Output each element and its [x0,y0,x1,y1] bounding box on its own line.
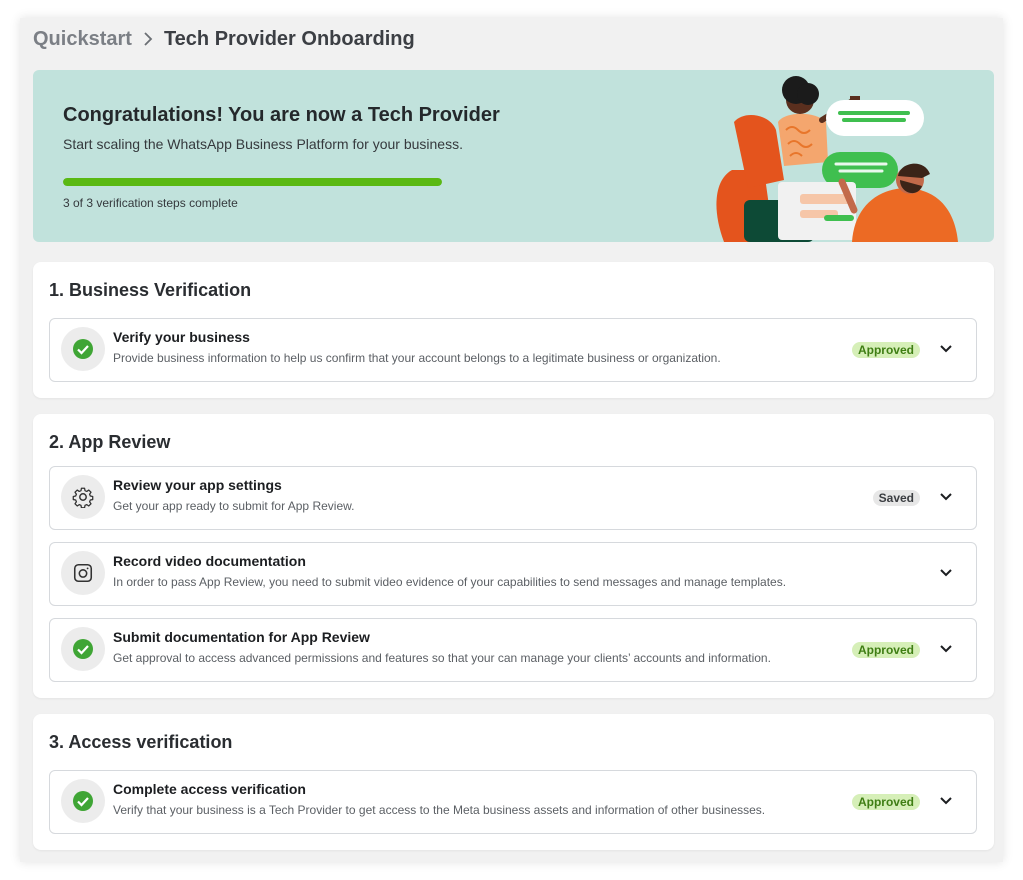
chevron-down-icon[interactable] [938,489,954,505]
step-description: In order to pass App Review, you need to… [113,575,787,589]
step-description: Get your app ready to submit for App Rev… [113,499,355,513]
status-badge: Saved [872,490,920,506]
chevron-down-icon[interactable] [938,641,954,657]
gear-icon [61,475,105,519]
banner-title: Congratulations! You are now a Tech Prov… [63,104,500,126]
banner-subtitle: Start scaling the WhatsApp Business Plat… [63,136,463,152]
check-circle-icon [61,627,105,671]
chevron-down-icon[interactable] [938,793,954,809]
check-circle-icon [61,779,105,823]
status-badge: Approved [851,642,920,658]
section-title: 3. Access verification [49,732,233,752]
step-title: Complete access verification [113,781,306,797]
step-record-video-documentation[interactable]: Record video documentation In order to p… [49,542,977,606]
onboarding-panel: Quickstart Tech Provider Onboarding Cong… [20,18,1003,862]
section-app-review: 2. App Review Review your app settings G… [33,414,994,698]
step-description: Verify that your business is a Tech Prov… [113,803,766,817]
section-title: 2. App Review [49,432,171,452]
step-verify-business[interactable]: Verify your business Provide business in… [49,318,977,382]
step-title: Record video documentation [113,553,306,569]
progress-bar [63,178,442,186]
step-title: Submit documentation for App Review [113,629,370,645]
status-badge: Approved [851,794,920,810]
tech-provider-illustration [716,76,958,242]
status-badge: Approved [851,342,920,358]
page-title: Tech Provider Onboarding [163,27,415,50]
chevron-right-icon [142,32,154,46]
progress-bar-fill [63,178,442,186]
breadcrumb: Quickstart Tech Provider Onboarding [33,28,415,50]
chevron-down-icon[interactable] [938,565,954,581]
step-description: Get approval to access advanced permissi… [113,651,771,665]
step-submit-documentation[interactable]: Submit documentation for App Review Get … [49,618,977,682]
progress-text: 3 of 3 verification steps complete [63,196,238,210]
section-access-verification: 3. Access verification Complete access v… [33,714,994,850]
congratulations-banner: Congratulations! You are now a Tech Prov… [33,70,994,242]
chevron-down-icon[interactable] [938,341,954,357]
check-circle-icon [61,327,105,371]
breadcrumb-quickstart-link[interactable]: Quickstart [33,28,132,51]
step-review-app-settings[interactable]: Review your app settings Get your app re… [49,466,977,530]
section-business-verification: 1. Business Verification Verify your bus… [33,262,994,398]
step-complete-access-verification[interactable]: Complete access verification Verify that… [49,770,977,834]
step-title: Verify your business [113,329,250,345]
camera-icon [61,551,105,595]
section-title: 1. Business Verification [49,280,252,300]
step-description: Provide business information to help us … [113,351,721,365]
step-title: Review your app settings [113,477,282,493]
